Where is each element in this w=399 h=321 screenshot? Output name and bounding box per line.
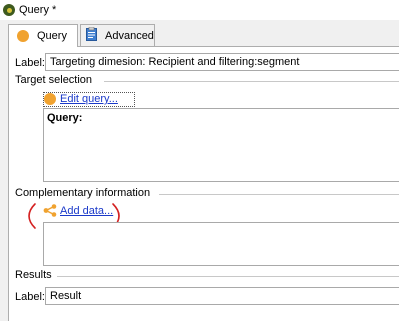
tab-advanced-label: Advanced xyxy=(105,29,154,42)
results-divider xyxy=(57,276,399,277)
share-nodes-icon xyxy=(43,204,57,220)
query-dot-icon xyxy=(17,30,29,42)
tab-query-label: Query xyxy=(37,30,67,42)
window-title: Query * xyxy=(19,4,57,16)
results-label-field[interactable]: Result xyxy=(45,287,399,305)
query-box[interactable]: Query: xyxy=(43,108,399,182)
title-bar: Query * xyxy=(0,0,399,20)
tab-query[interactable]: Query xyxy=(8,24,78,47)
results-heading: Results xyxy=(15,269,52,281)
query-box-heading: Query: xyxy=(47,112,83,124)
complementary-divider xyxy=(159,194,399,195)
clipboard-icon xyxy=(86,26,97,44)
target-selection-heading: Target selection xyxy=(15,74,93,86)
complementary-heading: Complementary information xyxy=(15,187,151,199)
add-data-link[interactable]: Add data... xyxy=(60,205,113,217)
edit-query-link[interactable]: Edit query... xyxy=(60,93,118,105)
query-panel: Label: Targeting dimesion: Recipient and… xyxy=(8,46,399,321)
label-caption: Label: xyxy=(15,57,45,69)
app-logo-icon xyxy=(3,4,15,16)
label-field[interactable]: Targeting dimesion: Recipient and filter… xyxy=(45,53,399,71)
target-selection-divider xyxy=(104,81,399,82)
results-label-caption: Label: xyxy=(15,291,45,303)
annotation-left-paren xyxy=(28,203,36,229)
query-dot-icon xyxy=(44,93,56,105)
tab-advanced[interactable]: Advanced xyxy=(80,24,155,46)
complementary-box[interactable] xyxy=(43,222,399,266)
